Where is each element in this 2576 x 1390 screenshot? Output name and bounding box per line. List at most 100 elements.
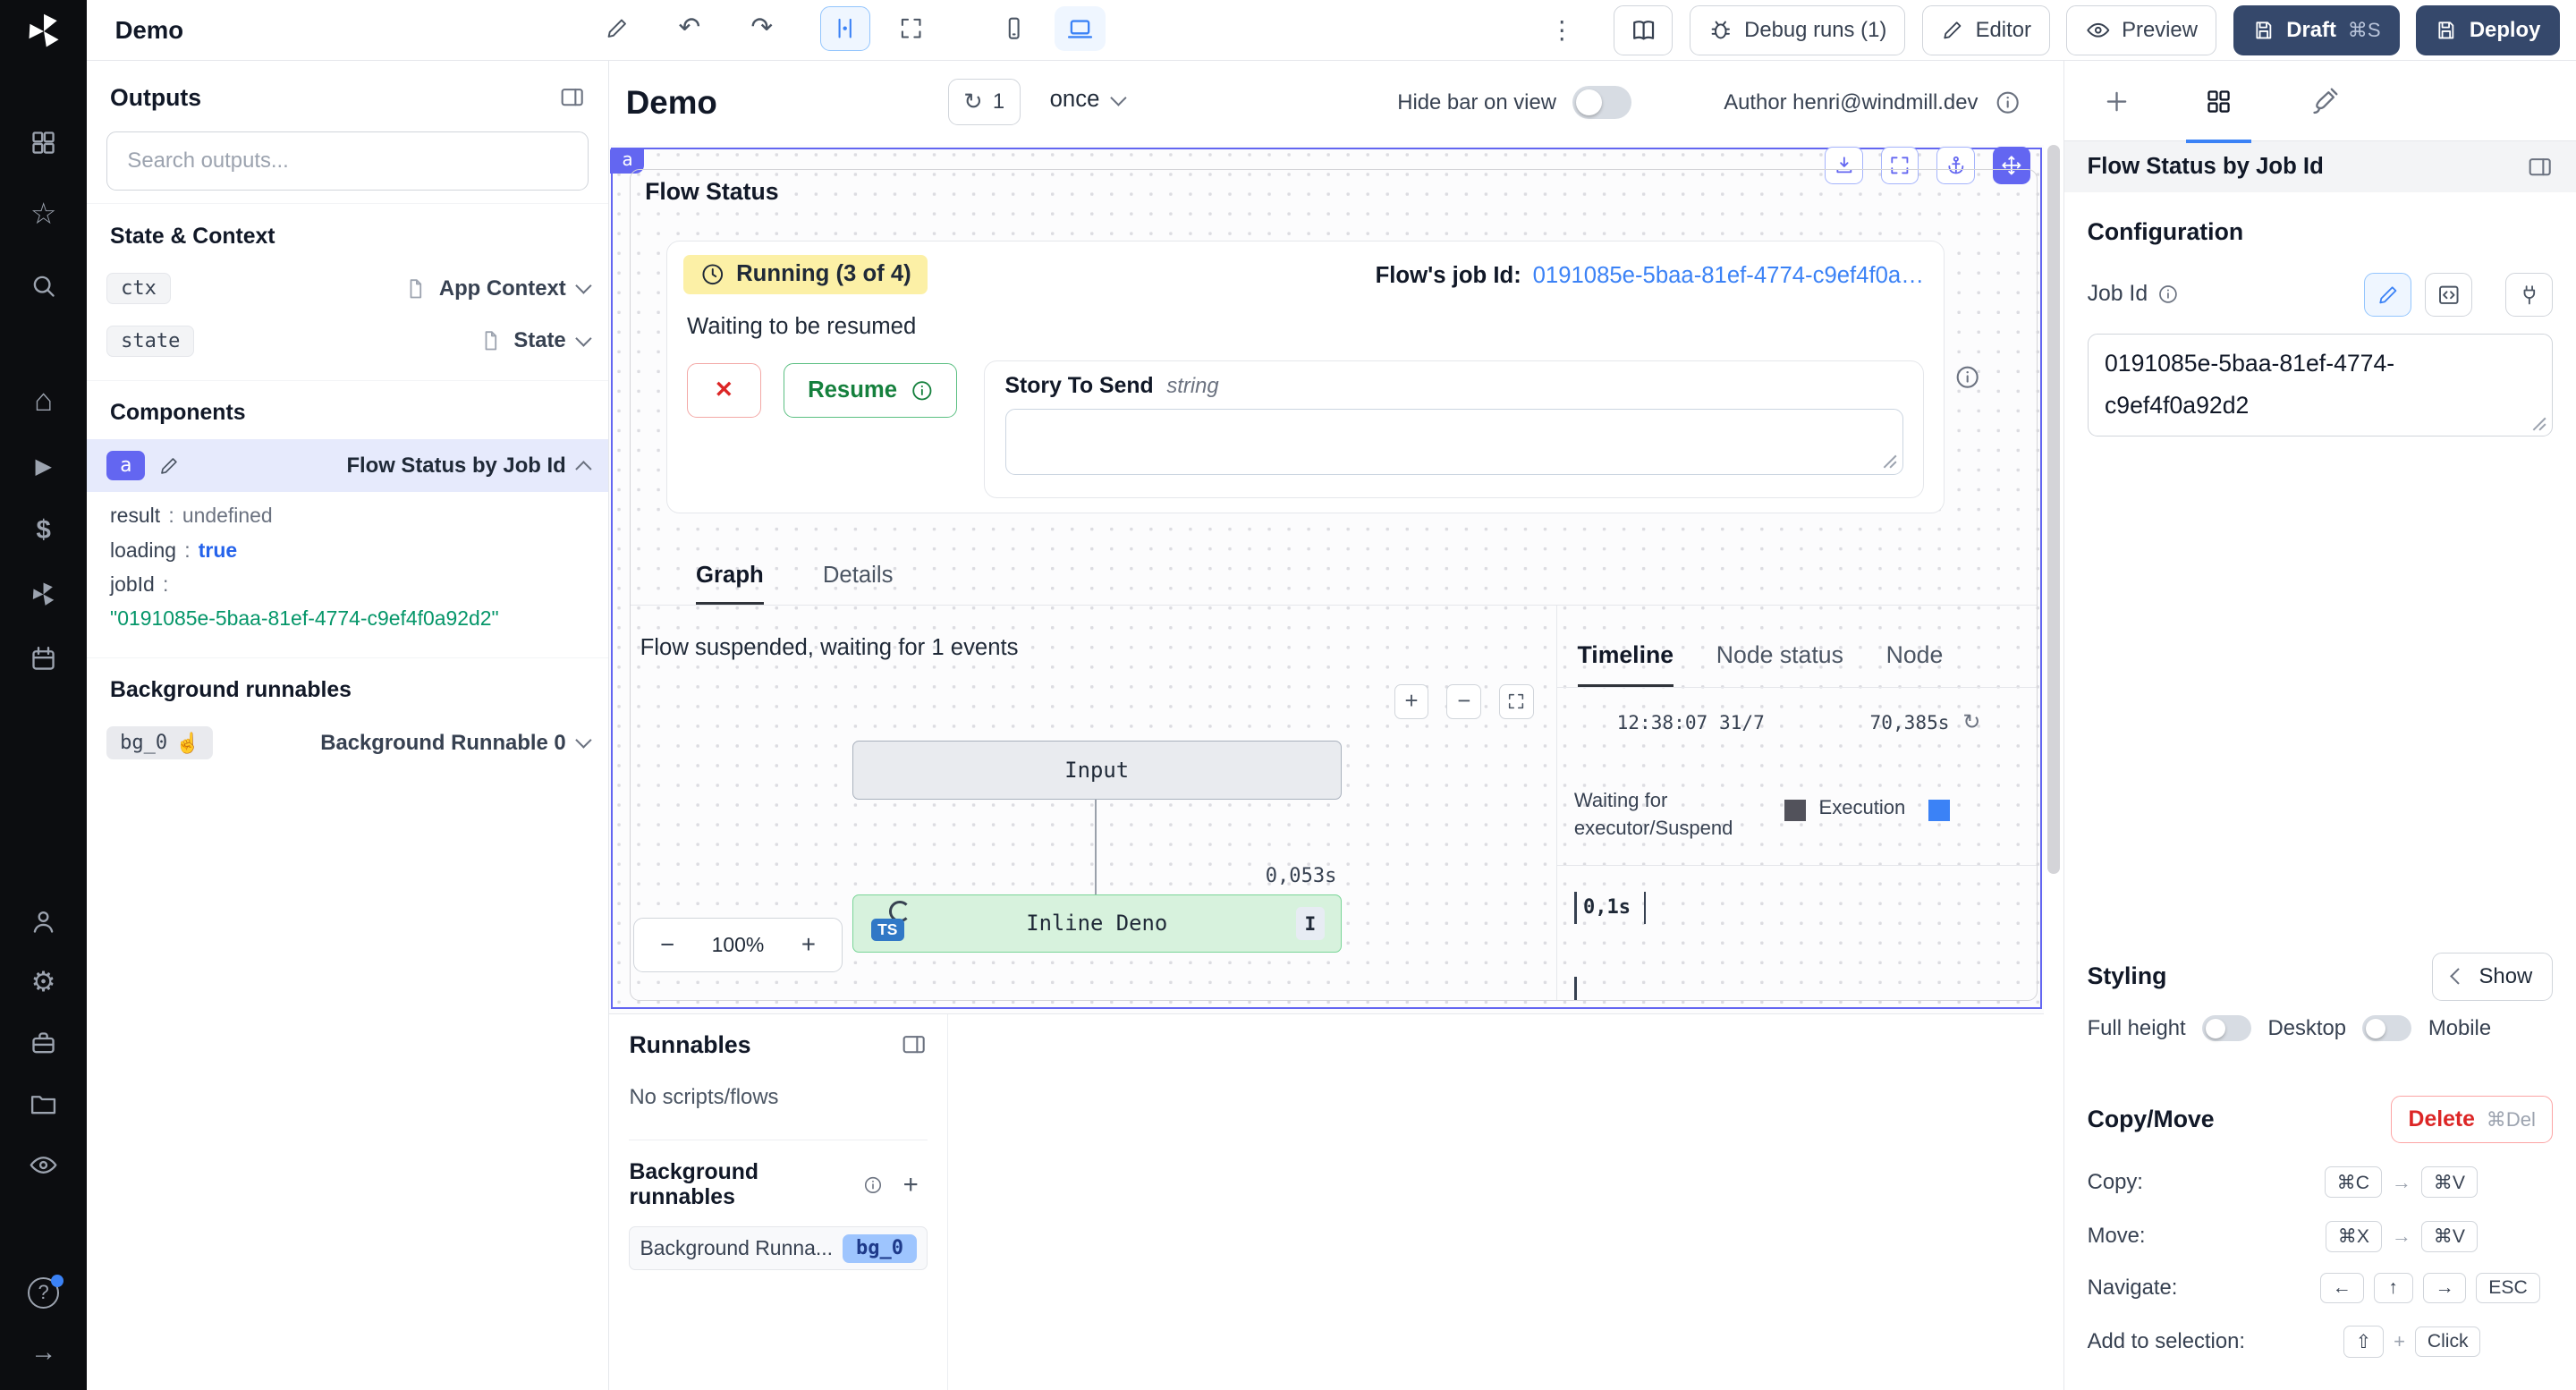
pencil-icon[interactable] bbox=[158, 455, 180, 477]
connect-button[interactable] bbox=[2505, 273, 2553, 318]
chevron-down-icon[interactable] bbox=[575, 278, 591, 294]
styling-title: Styling bbox=[2088, 962, 2167, 990]
bg-runnable-row[interactable]: Background Runna... bg_0 bbox=[629, 1226, 927, 1270]
info-icon[interactable] bbox=[1995, 89, 2021, 115]
component-settings-tab[interactable] bbox=[2196, 82, 2241, 122]
runnables-title: Runnables bbox=[629, 1031, 750, 1059]
panel-toggle-icon[interactable] bbox=[2527, 154, 2553, 180]
user-icon[interactable] bbox=[0, 903, 87, 939]
hide-bar-toggle[interactable] bbox=[1572, 86, 1631, 119]
mobile-view-icon[interactable] bbox=[989, 6, 1040, 51]
tab-node[interactable]: Node bbox=[1886, 641, 1944, 687]
rename-pencil-icon[interactable] bbox=[605, 16, 630, 41]
windmill-logo[interactable] bbox=[0, 13, 87, 49]
expression-button[interactable] bbox=[2425, 273, 2472, 318]
editor-button[interactable]: Editor bbox=[1922, 5, 2050, 55]
gear-icon[interactable]: ⚙ bbox=[0, 964, 87, 1000]
kebab-menu-icon[interactable]: ⋮ bbox=[1549, 16, 1574, 45]
graph-zoom-in-button[interactable]: + bbox=[1394, 684, 1429, 719]
search-icon[interactable] bbox=[0, 267, 87, 303]
show-styling-button[interactable]: Show bbox=[2432, 953, 2553, 1000]
layout-toggles: Full height Desktop Mobile bbox=[2088, 1015, 2554, 1041]
job-id-input[interactable]: 0191085e-5baa-81ef-4774-c9ef4f0a92d2 bbox=[2088, 334, 2554, 437]
components-title: Components bbox=[87, 381, 608, 439]
ctx-row[interactable]: ctx App Context bbox=[87, 262, 608, 315]
plug-icon bbox=[2518, 284, 2541, 307]
static-value-button[interactable] bbox=[2364, 273, 2411, 318]
redo-icon[interactable]: ↷ bbox=[750, 12, 773, 43]
desktop-view-icon[interactable] bbox=[1055, 6, 1106, 51]
panel-toggle-icon[interactable] bbox=[559, 84, 585, 110]
graph-fullscreen-button[interactable] bbox=[1499, 684, 1534, 719]
chevron-down-icon bbox=[1110, 89, 1126, 106]
chevron-up-icon[interactable] bbox=[575, 461, 591, 477]
theme-tab[interactable] bbox=[2301, 82, 2346, 122]
kbd-shift: ⇧ bbox=[2343, 1326, 2384, 1357]
outputs-search-input[interactable] bbox=[106, 131, 589, 191]
apps-icon[interactable] bbox=[0, 125, 87, 161]
docs-book-button[interactable] bbox=[1614, 5, 1673, 55]
delete-label: Delete bbox=[2409, 1107, 2475, 1132]
background-runnable-row[interactable]: bg_0 ☝ Background Runnable 0 bbox=[87, 716, 608, 769]
info-icon[interactable] bbox=[2157, 284, 2179, 305]
resize-grip-icon[interactable] bbox=[2530, 415, 2548, 433]
tab-details[interactable]: Details bbox=[823, 555, 894, 605]
timeline-refresh-icon[interactable]: ↻ bbox=[1962, 709, 1980, 735]
calendar-icon[interactable] bbox=[0, 640, 87, 676]
full-height-toggle[interactable] bbox=[2202, 1015, 2251, 1041]
panel-toggle-icon[interactable] bbox=[901, 1031, 927, 1057]
debug-runs-button[interactable]: Debug runs (1) bbox=[1690, 5, 1906, 55]
tab-node-status[interactable]: Node status bbox=[1716, 641, 1843, 687]
cancel-flow-button[interactable]: ✕ bbox=[687, 363, 761, 418]
chevron-down-icon[interactable] bbox=[575, 331, 591, 347]
zoom-in-button[interactable]: + bbox=[775, 919, 841, 971]
undo-icon[interactable]: ↶ bbox=[679, 12, 701, 43]
flow-graph[interactable]: Flow suspended, waiting for 1 events + −… bbox=[631, 606, 1557, 1000]
graph-node-input[interactable]: Input bbox=[852, 741, 1342, 800]
draft-button[interactable]: Draft ⌘S bbox=[2233, 5, 2400, 55]
desktop-toggle[interactable] bbox=[2362, 1015, 2411, 1041]
component-outputs: result:undefined loading:true jobId: bbox=[87, 492, 608, 602]
add-runnable-button[interactable]: + bbox=[894, 1167, 928, 1203]
star-icon[interactable]: ☆ bbox=[0, 196, 87, 232]
clock-icon bbox=[700, 262, 725, 287]
tab-graph[interactable]: Graph bbox=[696, 555, 764, 605]
flow-jobid-link[interactable]: 0191085e-5baa-81ef-4774-c9ef4f0a… bbox=[1533, 263, 1924, 289]
hub-icon[interactable] bbox=[0, 577, 87, 613]
selected-component-frame[interactable]: a Flow Status bbox=[611, 148, 2042, 1008]
component-row-a[interactable]: a Flow Status by Job Id bbox=[87, 439, 608, 492]
zoom-out-button[interactable]: − bbox=[634, 919, 699, 971]
folder-icon[interactable] bbox=[0, 1086, 87, 1122]
briefcase-icon[interactable] bbox=[0, 1025, 87, 1061]
refresh-button[interactable]: ↻ 1 bbox=[948, 79, 1021, 124]
collapse-arrow-icon[interactable]: → bbox=[0, 1334, 87, 1369]
help-icon[interactable]: ? bbox=[0, 1275, 87, 1310]
preview-button[interactable]: Preview bbox=[2066, 5, 2216, 55]
scrollbar-thumb[interactable] bbox=[2047, 145, 2061, 874]
play-icon[interactable]: ▶ bbox=[0, 448, 87, 484]
component-outline-toggle[interactable] bbox=[820, 6, 871, 51]
schedule-dropdown[interactable]: once bbox=[1050, 87, 1124, 113]
deploy-button[interactable]: Deploy bbox=[2416, 5, 2560, 55]
info-icon[interactable] bbox=[863, 1174, 883, 1196]
copy-label: Copy: bbox=[2088, 1170, 2143, 1195]
info-icon[interactable] bbox=[1954, 364, 1980, 390]
job-id-label: Job Id bbox=[2088, 282, 2148, 307]
resize-grip-icon[interactable] bbox=[1881, 453, 1899, 470]
graph-node-inline-deno[interactable]: TS Inline Deno I bbox=[852, 894, 1342, 952]
job-id-setting: Job Id bbox=[2064, 273, 2576, 318]
topbar-actions: ⋮ Debug runs (1) Editor Preview Draft ⌘S bbox=[1549, 5, 2559, 56]
chevron-down-icon[interactable] bbox=[575, 733, 591, 749]
graph-zoom-out-button[interactable]: − bbox=[1446, 684, 1481, 719]
insert-component-tab[interactable] bbox=[2094, 82, 2140, 122]
delete-button[interactable]: Delete ⌘Del bbox=[2391, 1096, 2553, 1143]
tab-timeline[interactable]: Timeline bbox=[1578, 641, 1674, 687]
eye-icon[interactable] bbox=[0, 1147, 87, 1182]
story-textarea[interactable] bbox=[1005, 409, 1904, 474]
fullscreen-icon[interactable] bbox=[886, 6, 936, 51]
state-row[interactable]: state State bbox=[87, 315, 608, 368]
home-icon[interactable]: ⌂ bbox=[0, 383, 87, 419]
canvas-grid[interactable]: a Flow Status bbox=[609, 145, 2043, 1014]
resume-button[interactable]: Resume bbox=[784, 363, 957, 418]
dollar-icon[interactable]: $ bbox=[0, 513, 87, 548]
